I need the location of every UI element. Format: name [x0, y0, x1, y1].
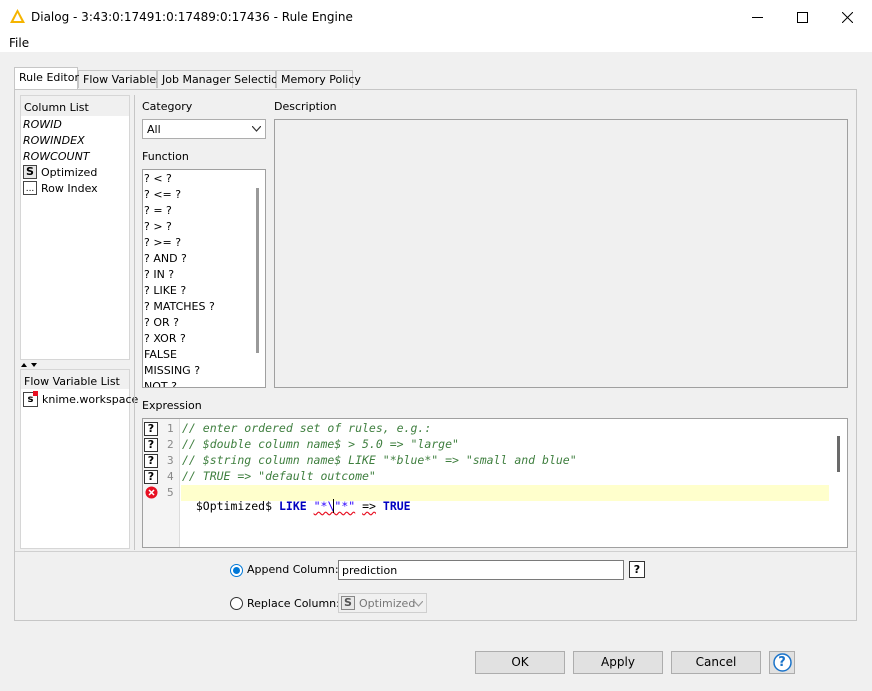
description-label: Description: [274, 100, 337, 113]
maximize-button[interactable]: [779, 4, 825, 30]
column-list-item-optimized[interactable]: Optimized: [41, 166, 97, 179]
knime-warning-icon: [10, 9, 25, 23]
line-number: 4: [167, 470, 174, 483]
function-item[interactable]: ? AND ?: [144, 252, 187, 265]
ok-button[interactable]: OK: [475, 651, 565, 674]
flow-variable-list-header: Flow Variable List: [24, 375, 120, 388]
number-type-icon: ...: [23, 181, 37, 195]
code-line-1: // enter ordered set of rules, e.g.:: [182, 421, 432, 435]
append-column-value: prediction: [342, 564, 398, 577]
code-line-3: // $string column name$ LIKE "*blue*" =>…: [182, 453, 577, 467]
code-arrow: =>: [362, 499, 376, 513]
apply-button[interactable]: Apply: [573, 651, 663, 674]
line-number: 3: [167, 454, 174, 467]
flow-variable-item-knime-workspace[interactable]: knime.workspace: [42, 393, 138, 406]
append-column-input[interactable]: prediction: [338, 560, 624, 580]
column-list-header: Column List: [24, 101, 89, 114]
code-line-4: // TRUE => "default outcome": [182, 469, 376, 483]
options-divider: [15, 551, 856, 552]
function-item[interactable]: NOT ?: [144, 380, 177, 387]
code-line-2: // $double column name$ > 5.0 => "large": [182, 437, 459, 451]
function-item[interactable]: FALSE: [144, 348, 177, 361]
menu-file[interactable]: File: [9, 36, 29, 50]
replace-column-value: Optimized: [359, 597, 416, 610]
chevron-down-icon: [252, 126, 261, 132]
column-list-item-rowid[interactable]: ROWID: [23, 118, 62, 131]
code-string-1: "*\: [313, 499, 335, 513]
line-help-icon[interactable]: ?: [144, 422, 158, 436]
expression-label: Expression: [142, 399, 202, 412]
vertical-divider: [134, 95, 135, 550]
function-item[interactable]: MISSING ?: [144, 364, 200, 377]
chevron-down-icon: [414, 601, 423, 607]
code-column-ref: $Optimized$: [195, 499, 273, 513]
error-icon[interactable]: [145, 486, 158, 499]
window-title: Dialog - 3:43:0:17491:0:17489:0:17436 - …: [31, 10, 353, 24]
minimize-button[interactable]: [734, 4, 780, 30]
function-item[interactable]: ? OR ?: [144, 316, 179, 329]
tab-memory-policy[interactable]: Memory Policy: [276, 70, 361, 88]
line-help-icon[interactable]: ?: [144, 438, 158, 452]
function-scrollbar-thumb[interactable]: [256, 188, 259, 353]
replace-column-radio[interactable]: [230, 597, 243, 610]
line-number: 2: [167, 438, 174, 451]
function-item[interactable]: ? LIKE ?: [144, 284, 186, 297]
flow-variable-marker: [33, 391, 38, 396]
category-label: Category: [142, 100, 193, 113]
function-list[interactable]: ? < ? ? <= ? ? = ? ? > ? ? >= ? ? AND ? ? IN ?…: [142, 169, 266, 388]
function-item[interactable]: ? < ?: [144, 172, 172, 185]
tab-flow-variables[interactable]: Flow Variables: [78, 70, 162, 88]
splitter-arrows-icon[interactable]: [20, 362, 40, 368]
replace-column-label[interactable]: Replace Column:: [247, 597, 340, 610]
string-type-icon: S: [23, 165, 37, 179]
column-list-item-rowcount[interactable]: ROWCOUNT: [23, 150, 90, 163]
code-line-5: $Optimized$ LIKE "*\"*" => TRUE: [182, 485, 411, 513]
minimize-icon: [751, 16, 763, 18]
function-label: Function: [142, 150, 189, 163]
code-keyword-true: TRUE: [382, 499, 411, 513]
tab-rule-editor[interactable]: Rule Editor: [14, 67, 79, 89]
replace-column-select[interactable]: S Optimized: [338, 593, 427, 613]
function-item[interactable]: ? XOR ?: [144, 332, 186, 345]
function-item[interactable]: ? IN ?: [144, 268, 174, 281]
line-help-icon[interactable]: ?: [144, 470, 158, 484]
append-column-label[interactable]: Append Column:: [247, 563, 339, 576]
menu-bar: File: [0, 34, 872, 52]
code-keyword-like: LIKE: [278, 499, 307, 513]
title-bar: Dialog - 3:43:0:17491:0:17489:0:17436 - …: [0, 0, 872, 34]
category-value: All: [147, 123, 161, 136]
column-list-item-rowindex[interactable]: ROWINDEX: [23, 134, 85, 147]
category-select[interactable]: All: [142, 119, 266, 139]
function-item[interactable]: ? > ?: [144, 220, 172, 233]
close-button[interactable]: [824, 4, 870, 30]
line-number: 1: [167, 422, 174, 435]
editor-scrollbar-thumb[interactable]: [837, 436, 840, 472]
close-icon: [841, 11, 853, 23]
line-help-icon[interactable]: ?: [144, 454, 158, 468]
help-button[interactable]: ?: [769, 651, 795, 674]
line-number: 5: [167, 486, 174, 499]
cancel-button[interactable]: Cancel: [671, 651, 761, 674]
append-column-radio[interactable]: [230, 564, 243, 577]
append-column-help-icon[interactable]: ?: [629, 561, 645, 578]
code-string-2: "*": [334, 499, 356, 513]
column-list-item-row-index[interactable]: Row Index: [41, 182, 98, 195]
tab-job-manager-selection[interactable]: Job Manager Selection: [157, 70, 285, 88]
string-type-icon: S: [341, 596, 355, 610]
function-item[interactable]: ? >= ?: [144, 236, 181, 249]
help-glyph: ?: [778, 655, 786, 670]
maximize-icon: [796, 11, 808, 23]
function-item[interactable]: ? MATCHES ?: [144, 300, 215, 313]
description-panel: [274, 119, 848, 388]
function-item[interactable]: ? <= ?: [144, 188, 181, 201]
function-item[interactable]: ? = ?: [144, 204, 172, 217]
